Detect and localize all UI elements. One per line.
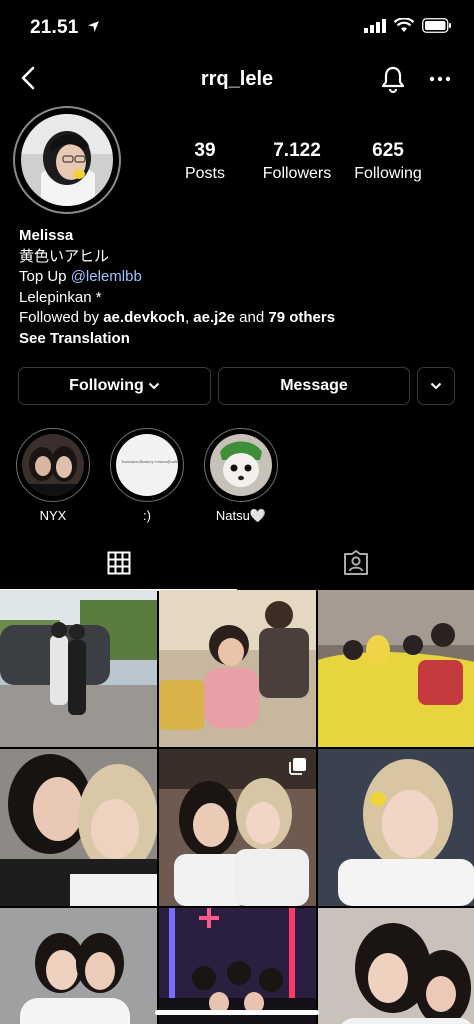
stat-posts[interactable]: 39 Posts [155,140,255,183]
status-time: 21.51 [30,17,100,39]
home-indicator [155,1010,319,1015]
highlight-label: NYX [39,508,67,523]
highlight-cover [210,434,272,496]
posts-grid [0,590,474,1024]
chevron-down-icon [148,382,160,390]
followed-user[interactable]: ae.j2e [193,309,235,326]
highlight-cover [22,434,84,496]
ellipsis-icon[interactable] [426,65,454,93]
stat-posts-label: Posts [184,165,225,182]
stat-followers-label: Followers [262,165,332,182]
followed-by-prefix: Followed by [19,309,104,326]
location-arrow-icon [88,21,99,32]
tagged-icon [343,550,368,575]
bio-topup: Top Up @lelemlbb [19,267,459,288]
stat-followers-value: 7.122 [273,140,321,161]
post-thumbnail[interactable] [318,908,474,1024]
message-button[interactable]: Message [218,367,410,405]
post-thumbnail[interactable] [318,590,474,747]
profile-avatar[interactable] [13,106,121,214]
stat-following[interactable]: 625 Following [338,140,438,183]
highlight-nyx[interactable]: NYX [16,428,90,523]
status-bar: 21.51 [0,0,474,54]
stat-posts-value: 39 [194,140,216,161]
profile-tabs [0,538,474,591]
highlight-card-text: business|luxury+mens|look [122,459,178,464]
tab-posts-grid[interactable] [0,538,237,588]
highlight-natsu[interactable]: Natsu🤍 [204,428,278,524]
battery-icon [422,18,451,33]
cellular-signal-icon [364,18,386,33]
stat-following-label: Following [354,165,422,182]
post-thumbnail[interactable] [159,590,316,747]
stat-following-value: 625 [372,140,404,161]
highlight-smiley[interactable]: business|luxury+mens|look :) [110,428,184,523]
following-button[interactable]: Following [18,367,211,405]
avatar [21,114,113,206]
highlight-label: Natsu🤍 [215,508,267,523]
highlight-label: :) [143,508,151,523]
post-thumbnail[interactable] [318,749,474,906]
followed-others[interactable]: 79 others [268,309,335,326]
bio-topup-prefix: Top Up [19,268,71,285]
separator: and [235,309,269,326]
see-translation-link[interactable]: See Translation [19,329,459,350]
bell-icon[interactable] [378,64,408,94]
message-button-label: Message [280,377,348,394]
followed-user[interactable]: ae.devkoch [103,309,185,326]
multiple-posts-icon [289,758,306,775]
post-thumbnail[interactable] [0,749,157,906]
post-thumbnail[interactable] [0,590,157,747]
bio-line: Lelepinkan * [19,288,102,306]
tab-tagged[interactable] [237,538,474,588]
bio-line: 黄色いアヒル [19,247,110,265]
highlight-cover: business|luxury+mens|look [116,434,178,496]
chevron-down-icon [430,382,442,390]
followed-by[interactable]: Followed by ae.devkoch, ae.j2e and 79 ot… [19,308,459,329]
profile-name: Melissa [19,227,74,244]
suggested-users-button[interactable] [417,367,455,405]
following-button-label: Following [69,377,144,394]
post-thumbnail[interactable] [159,908,316,1024]
stat-followers[interactable]: 7.122 Followers [247,140,347,183]
bio-mention-link[interactable]: @lelemlbb [71,268,142,285]
profile-bio: Melissa 黄色いアヒル Top Up @lelemlbb Lelepink… [19,226,459,349]
post-thumbnail[interactable] [159,749,316,906]
profile-header: rrq_lele [0,54,474,106]
wifi-icon [394,18,414,32]
grid-icon [107,551,130,575]
post-thumbnail[interactable] [0,908,157,1024]
